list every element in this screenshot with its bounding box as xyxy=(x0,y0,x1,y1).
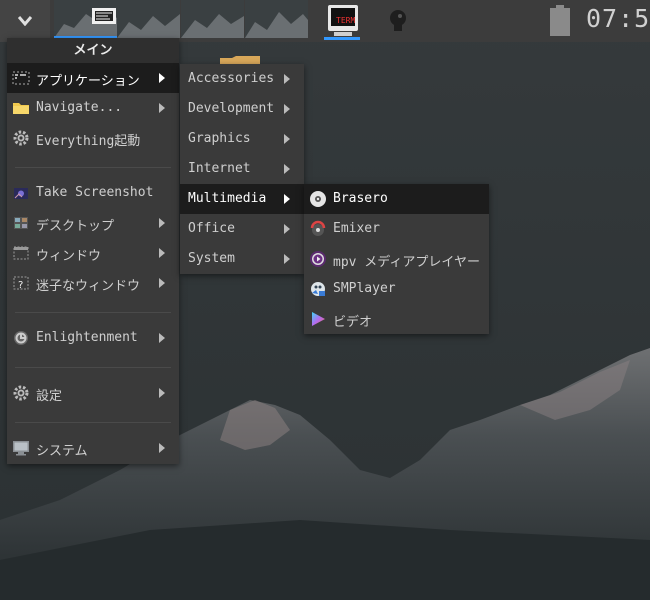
applications-icon xyxy=(12,69,30,87)
apps-menu-item-5[interactable]: Office xyxy=(180,214,304,244)
multimedia-menu-item-1[interactable]: Emixer xyxy=(304,214,489,244)
applications-submenu: Accessories Development Graphics Internet Mu… xyxy=(180,64,304,274)
main-menu-item-1[interactable]: Navigate... xyxy=(7,93,179,123)
video-play-icon xyxy=(309,310,327,328)
apps-menu-item-3[interactable]: Internet xyxy=(180,154,304,184)
menu-item-label: アプリケーション xyxy=(36,74,140,89)
submenu-arrow-icon xyxy=(159,333,165,343)
term-label: TERM xyxy=(336,16,355,25)
main-menu-item-6[interactable]: ? 迷子なウィンドウ xyxy=(7,268,179,298)
main-menu-item-4[interactable]: デスクトップ xyxy=(7,208,179,238)
clock[interactable]: 07:5 xyxy=(586,4,650,33)
submenu-arrow-icon xyxy=(159,443,165,453)
menu-item-label: デスクトップ xyxy=(36,219,115,234)
menu-item-label: Development xyxy=(188,101,275,116)
submenu-arrow-icon xyxy=(284,104,290,114)
disc-icon xyxy=(309,190,327,208)
multimedia-menu-item-0[interactable]: Brasero xyxy=(304,184,489,214)
start-menu-button[interactable] xyxy=(0,0,50,42)
pager-desk-4[interactable] xyxy=(245,0,308,38)
submenu-arrow-icon xyxy=(159,218,165,228)
menu-item-label: ウィンドウ xyxy=(36,249,102,264)
menu-item-label: Brasero xyxy=(333,191,388,206)
taskbar-active-indicator xyxy=(324,37,360,40)
menu-separator xyxy=(15,167,171,168)
pager-desk-3[interactable] xyxy=(181,0,244,38)
apps-menu-item-0[interactable]: Accessories xyxy=(180,64,304,94)
battery-icon[interactable] xyxy=(549,5,571,37)
submenu-arrow-icon xyxy=(284,254,290,264)
pager-desk-1[interactable] xyxy=(54,0,117,38)
menu-item-label: Navigate... xyxy=(36,100,123,115)
menu-item-label: システム xyxy=(36,444,88,459)
apps-menu-item-4[interactable]: Multimedia xyxy=(180,184,304,214)
menu-item-label: mpv メディアプレイヤー xyxy=(333,255,481,270)
lightbulb-icon[interactable] xyxy=(386,8,410,34)
main-menu-item-7[interactable]: Enlightenment xyxy=(7,323,179,353)
desktop-icon xyxy=(12,214,30,232)
submenu-arrow-icon xyxy=(159,73,165,83)
apps-menu-item-2[interactable]: Graphics xyxy=(180,124,304,154)
submenu-arrow-icon xyxy=(159,248,165,258)
menu-separator xyxy=(15,312,171,313)
main-menu: メイン アプリケーション Navigate... Everything起動 Take … xyxy=(7,38,179,464)
menu-item-label: Internet xyxy=(188,161,251,176)
submenu-arrow-icon xyxy=(284,224,290,234)
submenu-arrow-icon xyxy=(284,194,290,204)
screenshot-icon xyxy=(12,184,30,202)
multimedia-submenu: Brasero Emixer mpv メディアプレイヤー SMPlayer ビデオ xyxy=(304,184,489,334)
pager-desk-2[interactable] xyxy=(117,0,180,38)
top-shelf: TERM 07:5 xyxy=(0,0,650,42)
main-menu-item-8[interactable]: 設定 xyxy=(7,378,179,408)
mixer-icon xyxy=(309,220,327,238)
folder-icon xyxy=(12,99,30,117)
terminal-icon[interactable]: TERM xyxy=(324,4,362,38)
submenu-arrow-icon xyxy=(159,278,165,288)
submenu-arrow-icon xyxy=(159,103,165,113)
chevron-down-icon xyxy=(18,16,32,26)
enlightenment-icon xyxy=(12,329,30,347)
menu-item-label: Everything起動 xyxy=(36,134,141,149)
menu-item-label: Office xyxy=(188,221,235,236)
menu-item-label: 迷子なウィンドウ xyxy=(36,279,141,294)
computer-icon xyxy=(12,439,30,457)
menu-item-label: Graphics xyxy=(188,131,251,146)
menu-item-label: Accessories xyxy=(188,71,275,86)
menu-separator xyxy=(15,367,171,368)
apps-menu-item-6[interactable]: System xyxy=(180,244,304,274)
submenu-arrow-icon xyxy=(284,134,290,144)
menu-item-label: Enlightenment xyxy=(36,330,138,345)
menu-item-label: System xyxy=(188,251,235,266)
submenu-arrow-icon xyxy=(284,164,290,174)
smplayer-icon xyxy=(309,280,327,298)
mpv-icon xyxy=(309,250,327,268)
main-menu-item-5[interactable]: ウィンドウ xyxy=(7,238,179,268)
submenu-arrow-icon xyxy=(159,388,165,398)
multimedia-menu-item-2[interactable]: mpv メディアプレイヤー xyxy=(304,244,489,274)
menu-separator xyxy=(15,422,171,423)
apps-menu-item-1[interactable]: Development xyxy=(180,94,304,124)
multimedia-menu-item-3[interactable]: SMPlayer xyxy=(304,274,489,304)
window-icon xyxy=(12,244,30,262)
lost-window-icon: ? xyxy=(12,274,30,292)
menu-item-label: ビデオ xyxy=(333,315,373,330)
main-menu-title: メイン xyxy=(7,38,179,65)
menu-item-label: Take Screenshot xyxy=(36,185,154,200)
multimedia-menu-item-4[interactable]: ビデオ xyxy=(304,304,489,334)
menu-item-label: SMPlayer xyxy=(333,281,396,296)
main-menu-item-3[interactable]: Take Screenshot xyxy=(7,178,179,208)
gear-icon xyxy=(12,129,30,147)
menu-item-label: Emixer xyxy=(333,221,380,236)
submenu-arrow-icon xyxy=(284,74,290,84)
menu-item-label: Multimedia xyxy=(188,191,267,206)
svg-text:?: ? xyxy=(18,280,23,291)
main-menu-item-0[interactable]: アプリケーション xyxy=(7,63,179,93)
main-menu-item-9[interactable]: システム xyxy=(7,433,179,463)
gear-icon xyxy=(12,384,30,402)
menu-item-label: 設定 xyxy=(36,389,63,404)
main-menu-item-2[interactable]: Everything起動 xyxy=(7,123,179,153)
